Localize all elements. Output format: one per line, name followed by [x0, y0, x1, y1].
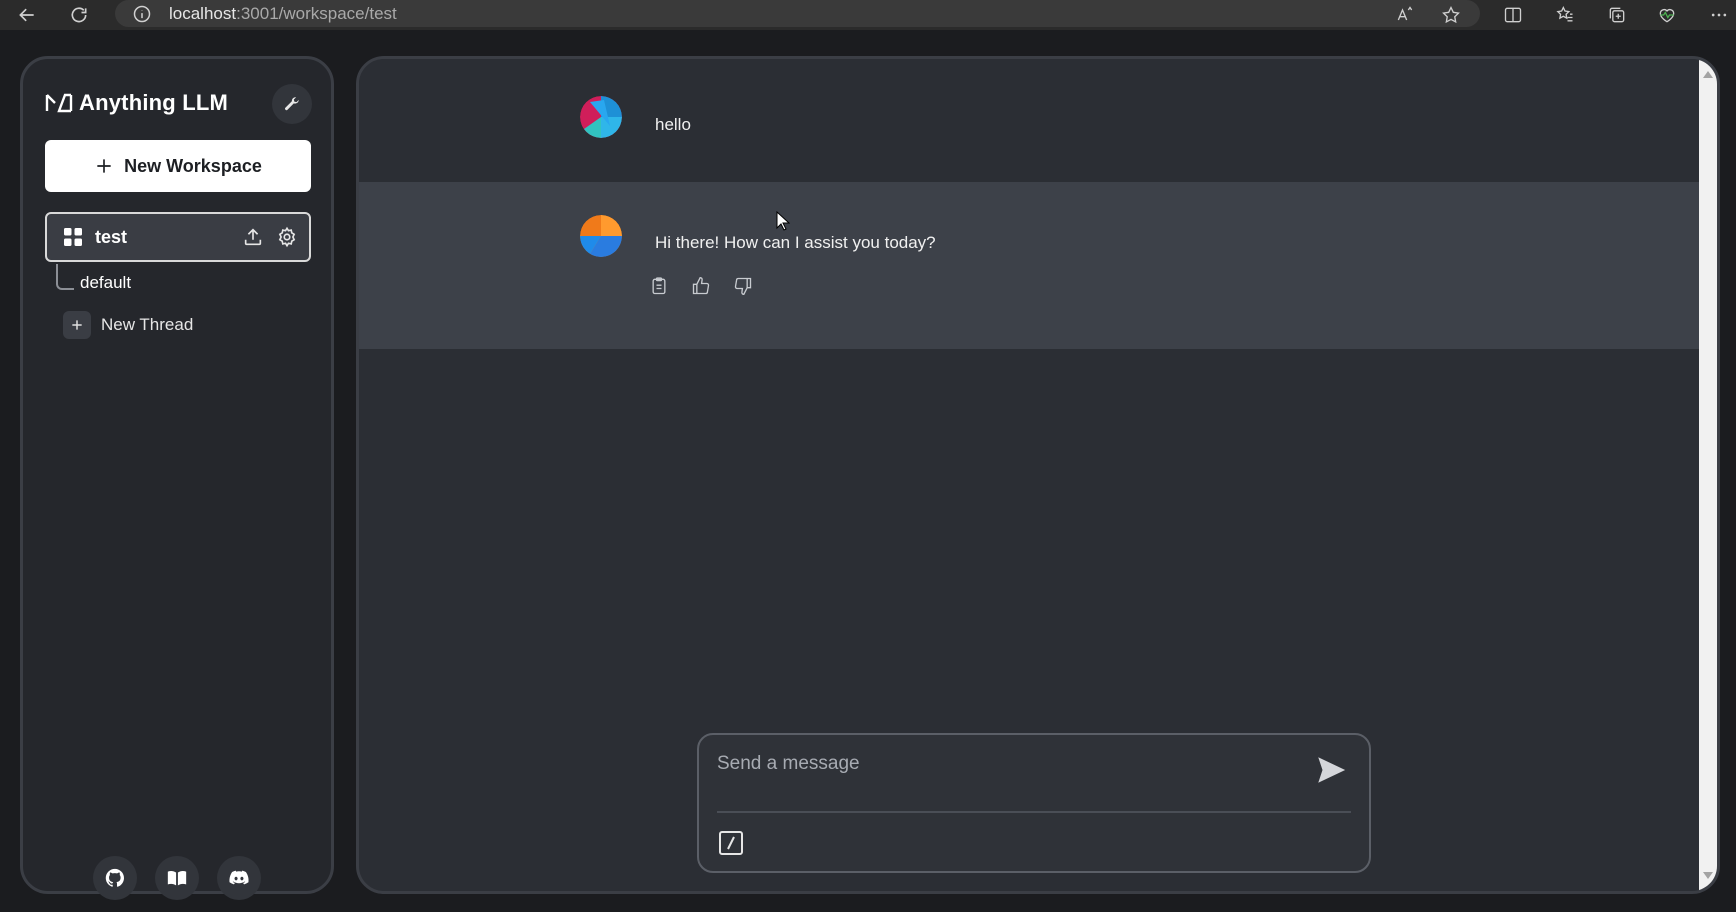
split-screen-icon[interactable] [1496, 0, 1530, 30]
collections-icon[interactable] [1600, 0, 1634, 30]
favorite-star-icon[interactable] [1434, 0, 1468, 30]
plus-icon [63, 311, 91, 339]
composer-divider [717, 811, 1351, 813]
message-composer [697, 733, 1371, 873]
reload-icon[interactable] [62, 0, 96, 30]
message-actions [647, 274, 755, 298]
favorites-list-icon[interactable] [1548, 0, 1582, 30]
url-text: localhost:3001/workspace/test [169, 4, 397, 24]
thread-item-default[interactable]: default [80, 273, 131, 293]
chat-scrollbar[interactable] [1699, 59, 1717, 891]
workspace-name: test [95, 226, 128, 247]
thumbs-down-icon[interactable] [731, 274, 755, 298]
send-button[interactable] [1314, 753, 1348, 787]
new-thread-button[interactable]: New Thread [63, 311, 193, 339]
new-workspace-button[interactable]: New Workspace [45, 140, 311, 192]
address-bar[interactable]: localhost:3001/workspace/test [115, 0, 1480, 27]
scroll-down-arrow-icon[interactable] [1703, 872, 1713, 879]
message-input[interactable] [715, 747, 1279, 781]
new-thread-label: New Thread [101, 315, 194, 334]
url-host: localhost [169, 3, 237, 23]
mouse-cursor-icon [776, 211, 790, 231]
assistant-message-text: Hi there! How can I assist you today? [655, 233, 936, 252]
slash-command-button[interactable] [717, 829, 745, 857]
new-workspace-label: New Workspace [124, 155, 262, 176]
scroll-up-arrow-icon[interactable] [1703, 71, 1713, 78]
more-menu-icon[interactable] [1702, 0, 1736, 30]
upload-icon[interactable] [241, 225, 265, 249]
url-path: :3001/workspace/test [236, 3, 397, 23]
browser-toolbar: localhost:3001/workspace/test [0, 0, 1736, 30]
user-message-text: hello [655, 115, 691, 134]
github-icon[interactable] [93, 856, 137, 900]
workspace-settings-gear-icon[interactable] [275, 225, 299, 249]
copy-icon[interactable] [647, 274, 671, 298]
discord-icon[interactable] [217, 856, 261, 900]
plus-icon [97, 159, 111, 173]
chat-message-user: hello [359, 59, 1699, 182]
send-arrow-icon [1318, 757, 1346, 783]
chat-panel: hello Hi there! How can I assist you tod… [356, 56, 1720, 894]
read-aloud-icon[interactable] [1388, 0, 1422, 30]
settings-wrench-button[interactable] [272, 84, 312, 124]
app-name: Anything LLM [79, 90, 229, 115]
thumbs-up-icon[interactable] [689, 274, 713, 298]
app-logo: Anything LLM [45, 90, 228, 116]
workspace-grid-icon [64, 228, 82, 246]
workspace-item-test[interactable]: test [45, 212, 311, 262]
wrench-icon [285, 97, 299, 111]
chat-message-assistant: Hi there! How can I assist you today? [359, 182, 1699, 349]
back-arrow-icon[interactable] [10, 0, 44, 30]
site-info-icon[interactable] [131, 3, 153, 25]
docs-icon[interactable] [155, 856, 199, 900]
anything-llm-logo-icon [45, 93, 73, 113]
sidebar: Anything LLM New Workspace test default … [20, 56, 334, 900]
slash-command-icon [719, 831, 743, 855]
sidebar-footer-links [93, 856, 261, 900]
thread-connector [56, 264, 74, 290]
assistant-avatar [580, 215, 622, 257]
user-avatar [580, 96, 622, 138]
browser-essentials-icon[interactable] [1650, 0, 1684, 30]
